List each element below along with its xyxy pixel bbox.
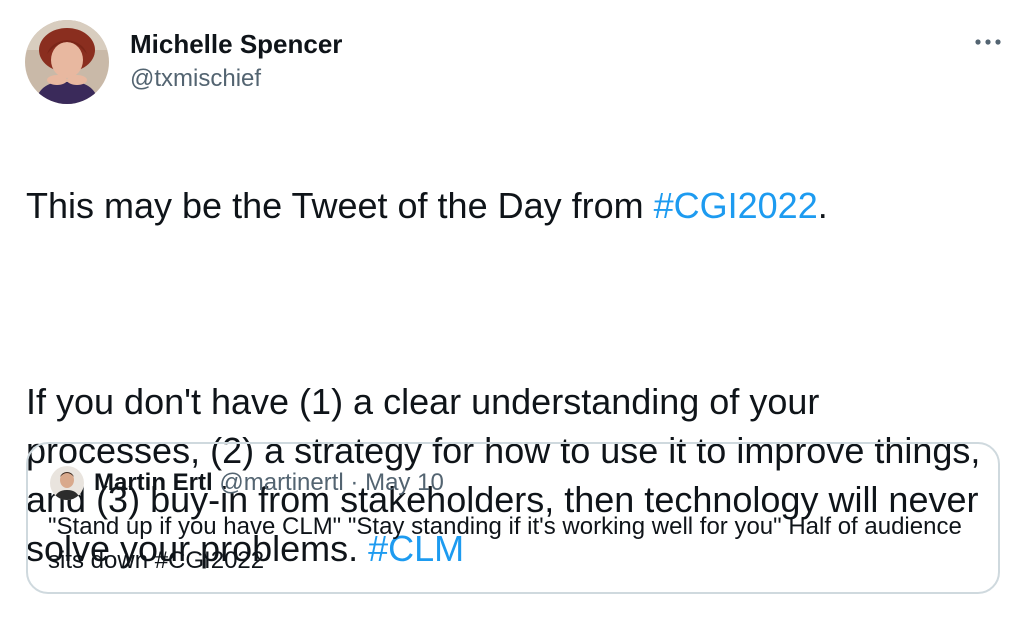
tweet-paragraph-1: This may be the Tweet of the Day from #C… <box>26 181 986 230</box>
quote-text: "Stand up if you have CLM" "Stay standin… <box>48 513 962 574</box>
author-name[interactable]: Michelle Spencer <box>130 28 342 60</box>
more-horizontal-icon[interactable] <box>968 30 1008 54</box>
quote-author-avatar <box>50 466 84 500</box>
quote-separator: · <box>350 469 359 496</box>
tweet-text-segment: This may be the Tweet of the Day from <box>26 185 654 226</box>
quote-header: Martin Ertl @martinertl · May 10 <box>94 468 444 498</box>
author-avatar[interactable] <box>25 20 109 104</box>
quoted-tweet-card[interactable]: Martin Ertl @martinertl · May 10 "Stand … <box>26 442 1000 594</box>
quote-date: May 10 <box>365 469 444 496</box>
tweet-text-segment: . <box>817 185 828 226</box>
hashtag-link[interactable]: #CGI2022 <box>654 185 818 226</box>
quote-author-name: Martin Ertl <box>94 469 213 496</box>
author-handle[interactable]: @txmischief <box>130 64 261 94</box>
tweet: Michelle Spencer @txmischief This may be… <box>0 0 1024 611</box>
quote-author-handle: @martinertl <box>219 469 344 496</box>
